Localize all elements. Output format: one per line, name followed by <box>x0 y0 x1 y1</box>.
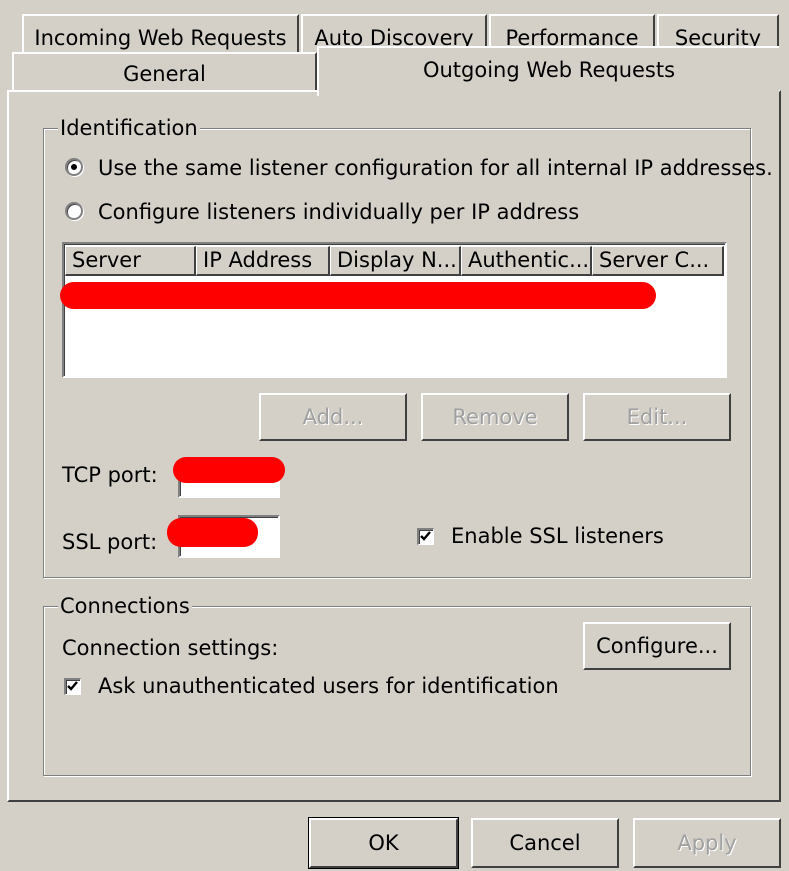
connections-title: Connections <box>58 594 192 618</box>
enable-ssl-checkbox[interactable] <box>417 528 434 545</box>
enable-ssl-label[interactable]: Enable SSL listeners <box>451 524 664 548</box>
add-button[interactable]: Add... <box>259 393 407 441</box>
column-display-name[interactable]: Display N... <box>330 246 461 276</box>
individual-config-label[interactable]: Configure listeners individually per IP … <box>98 200 579 224</box>
remove-button[interactable]: Remove <box>421 393 569 441</box>
check-icon <box>67 681 78 691</box>
same-config-label[interactable]: Use the same listener configuration for … <box>98 156 773 180</box>
ok-button[interactable]: OK <box>308 817 459 869</box>
redacted-row <box>60 282 656 309</box>
radio-dot <box>71 164 77 170</box>
individual-config-radio[interactable] <box>65 202 83 220</box>
listeners-list[interactable]: Server IP Address Display N... Authentic… <box>60 242 727 378</box>
configure-button[interactable]: Configure... <box>583 622 731 670</box>
ask-unauthenticated-label[interactable]: Ask unauthenticated users for identifica… <box>98 674 559 698</box>
column-server[interactable]: Server <box>65 246 196 276</box>
column-ip-address[interactable]: IP Address <box>196 246 330 276</box>
tcp-port-redaction <box>173 457 285 483</box>
column-server-certificate[interactable]: Server C... <box>592 246 724 276</box>
tcp-port-label: TCP port: <box>62 463 158 487</box>
ssl-port-redaction <box>167 518 258 547</box>
ask-unauthenticated-checkbox[interactable] <box>64 678 81 695</box>
ssl-port-label: SSL port: <box>62 530 158 554</box>
check-icon <box>420 531 431 541</box>
identification-title: Identification <box>58 116 200 140</box>
column-authentication[interactable]: Authentic... <box>461 246 592 276</box>
connection-settings-label: Connection settings: <box>62 636 279 660</box>
edit-button[interactable]: Edit... <box>583 393 731 441</box>
cancel-button[interactable]: Cancel <box>471 818 619 868</box>
same-config-radio[interactable] <box>65 158 83 176</box>
apply-button[interactable]: Apply <box>633 818 781 868</box>
